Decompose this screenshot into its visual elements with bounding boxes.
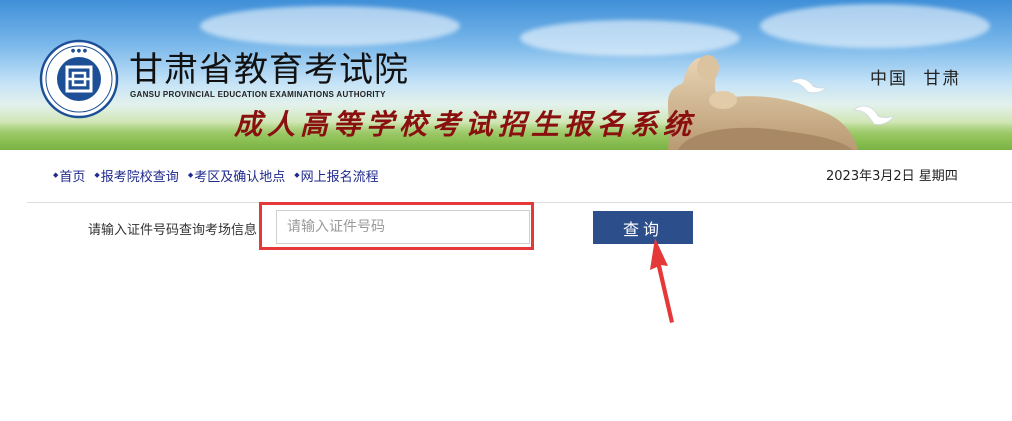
system-title: 成人高等学校考试招生报名系统 [234,108,697,141]
nav-item-label: 网上报名流程 [300,169,379,185]
nav-item-label: 首页 [59,169,86,185]
current-date: 2023年3月2日 星期四 [826,169,958,184]
diamond-bullet-icon: ◆ [94,171,100,179]
region-label: 中国 甘肃 [870,69,962,89]
site-title: 甘肃省教育考试院 [129,50,409,90]
examination-authority-logo: ● ● ● [39,39,119,119]
header-banner: ● ● ● 甘肃省教育考试院 GANSU PROVINCIAL EDUCATIO… [0,0,1012,150]
red-arrow-annotation [650,238,674,323]
top-nav: ◆ 首页 ◆ 报考院校查询 ◆ 考区及确认地点 ◆ 网上报名流程 [53,165,388,185]
diamond-bullet-icon: ◆ [53,171,59,179]
nav-item-registration-process[interactable]: ◆ 网上报名流程 [294,165,378,185]
id-number-input[interactable] [276,210,530,244]
search-label: 请输入证件号码查询考场信息 [88,223,258,238]
nav-item-exam-locations[interactable]: ◆ 考区及确认地点 [188,165,285,185]
diamond-bullet-icon: ◆ [187,171,194,179]
nav-item-label: 报考院校查询 [100,169,179,185]
nav-item-home[interactable]: ◆ 首页 [53,165,85,185]
cloud-decoration [200,6,460,46]
nav-item-school-query[interactable]: ◆ 报考院校查询 [94,165,178,185]
site-subtitle: GANSU PROVINCIAL EDUCATION EXAMINATIONS … [130,90,386,99]
nav-item-label: 考区及确认地点 [194,169,286,185]
svg-text:● ● ●: ● ● ● [71,48,88,54]
diamond-bullet-icon: ◆ [294,171,300,179]
